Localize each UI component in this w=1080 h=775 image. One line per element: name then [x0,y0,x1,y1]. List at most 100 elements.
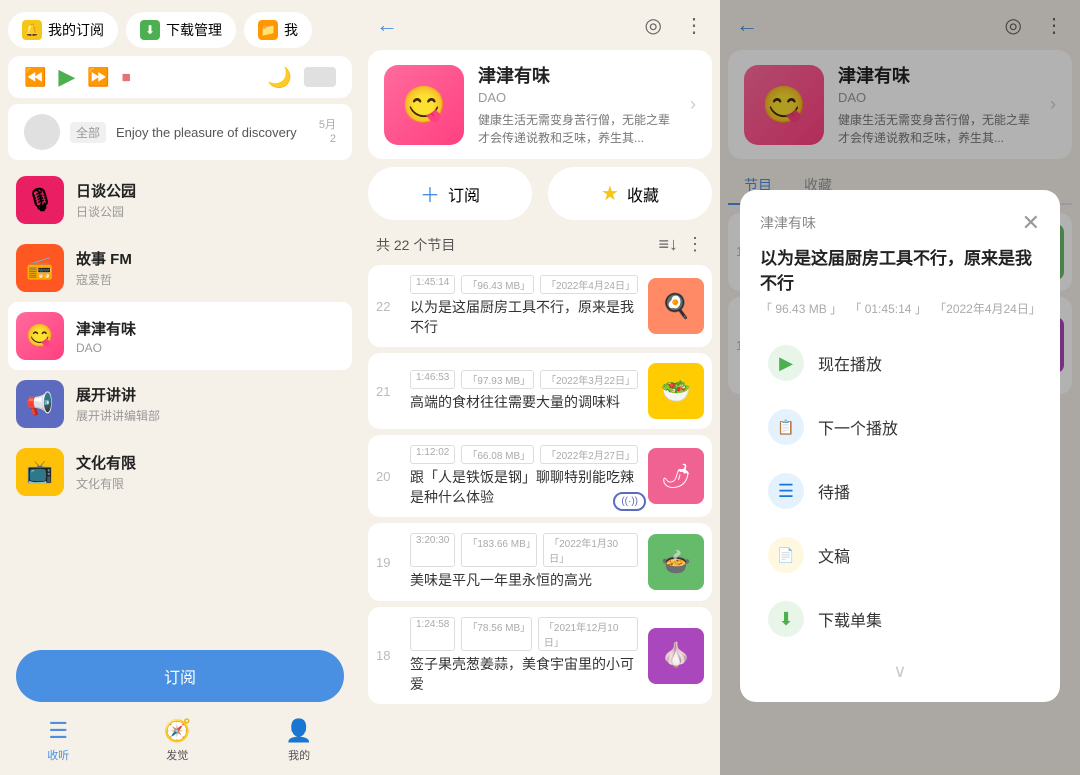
podcast-thumb-jinjin: 😋 [16,312,64,360]
podcast-info-zhankai: 展开讲讲 展开讲讲编辑部 [76,384,344,424]
fastforward-button[interactable]: ⏩ [87,67,109,88]
podcast-info-jinjin: 津津有味 DAO [76,318,344,355]
voice-indicator-20: ((·)) [613,492,646,511]
ep-num-19: 19 [376,555,400,570]
ep-title-22: 以为是这届厨房工具不行，原来是我不行 [410,298,638,337]
listen-icon: ☰ [48,718,68,744]
ep-info-22: 1:45:14 「96.43 MB」 「2022年4月24日」 以为是这届厨房工… [410,275,638,337]
ep-num-18: 18 [376,648,400,663]
middle-target-icon[interactable]: ◎ [645,13,662,38]
modal-action-transcript[interactable]: 📄 文稿 [760,525,1040,585]
modal-duration: 「 01:45:14 」 [849,300,926,317]
speed-button[interactable] [304,67,336,87]
middle-back-button[interactable]: ← [376,12,398,38]
ep-title-21: 高端的食材往往需要大量的调味料 [410,393,638,413]
modal-close-button[interactable]: ✕ [1022,210,1040,236]
download-icon: ⬇ [768,601,804,637]
ep-meta-19: 3:20:30 「183.66 MB」 「2022年1月30日」 [410,533,638,567]
podcast-thumb-gushifm: 📻 [16,244,64,292]
ep-meta-22: 1:45:14 「96.43 MB」 「2022年4月24日」 [410,275,638,294]
ep-meta-21: 1:46:53 「97.93 MB」 「2022年3月22日」 [410,370,638,389]
middle-more-icon[interactable]: ⋮ [684,13,704,38]
ep-info-20: 1:12:02 「66.08 MB」 「2022年2月27日」 跟「人是铁饭是钢… [410,445,638,507]
subscribe-action-button[interactable]: ＋ 订阅 [368,167,532,220]
modal-overlay: 津津有味 ✕ 以为是这届厨房工具不行，原来是我不行 「 96.43 MB 」 「… [720,0,1080,775]
ep-num-22: 22 [376,299,400,314]
subscribe-main-button[interactable]: 订阅 [16,650,344,702]
tab-icon-more: 📁 [258,20,278,40]
tab-my-subscriptions[interactable]: 🔔 我的订阅 [8,12,118,48]
queue-icon: ☰ [768,473,804,509]
hero-thumb: 😋 [384,65,464,145]
podcast-item-ritangongyu[interactable]: 🎙 日谈公园 日谈公园 [8,166,352,234]
episode-item-21[interactable]: 21 1:46:53 「97.93 MB」 「2022年3月22日」 高端的食材… [368,353,712,429]
rewind-button[interactable]: ⏪ [24,67,46,88]
podcast-thumb-ritangongyu: 🎙 [16,176,64,224]
ep-meta-18: 1:24:58 「78.56 MB」 「2021年12月10日」 [410,617,638,651]
podcast-sub-ritangongyu: 日谈公园 [76,203,344,220]
subscribe-icon: ＋ [420,179,440,208]
podcast-item-jinjin[interactable]: 😋 津津有味 DAO [8,302,352,370]
collect-action-button[interactable]: ★ 收藏 [548,167,712,220]
playback-controls: ⏪ ▶ ⏩ ⏹ 🌙 [8,56,352,98]
play-button[interactable]: ▶ [58,64,75,90]
modal-episode-title: 以为是这届厨房工具不行，原来是我不行 [760,244,1040,294]
podcast-item-wenhua[interactable]: 📺 文化有限 文化有限 [8,438,352,506]
ep-meta-20: 1:12:02 「66.08 MB」 「2022年2月27日」 [410,445,638,464]
tab-more[interactable]: 📁 我 [244,12,312,48]
left-panel: 🔔 我的订阅 ⬇ 下载管理 📁 我 ⏪ ▶ ⏩ ⏹ 🌙 全部 Enjoy the… [0,0,360,775]
tab-icon-downloads: ⬇ [140,20,160,40]
stop-button[interactable]: ⏹ [122,67,131,88]
podcast-sub-jinjin: DAO [76,341,344,355]
sort-icon[interactable]: ≡↓ [658,234,678,255]
hero-podcast-name: 津津有味 [478,62,676,88]
moon-icon[interactable]: 🌙 [267,65,292,90]
podcast-item-gushifm[interactable]: 📻 故事 FM 寇爱哲 [8,234,352,302]
podcast-name-jinjin: 津津有味 [76,318,344,339]
nav-item-me[interactable]: 👤 我的 [285,718,312,763]
ep-num-21: 21 [376,384,400,399]
modal-meta: 「 96.43 MB 」 「 01:45:14 」 「2022年4月24日」 [760,300,1040,317]
modal-bottom-indicator: ∨ [760,661,1040,682]
hero-info: 津津有味 DAO 健康生活无需变身苦行僧，无能之辈才会传递说教和乏味，养生其..… [478,62,676,147]
modal-date: 「2022年4月24日」 [934,300,1040,317]
modal-action-queue[interactable]: ☰ 待播 [760,461,1040,521]
modal-card: 津津有味 ✕ 以为是这届厨房工具不行，原来是我不行 「 96.43 MB 」 「… [740,190,1060,702]
podcast-info-ritangongyu: 日谈公园 日谈公园 [76,180,344,220]
ep-thumb-20: 🌶 [648,448,704,504]
modal-action-play-now[interactable]: ▶ 现在播放 [760,333,1040,393]
middle-panel: ← ◎ ⋮ 😋 津津有味 DAO 健康生活无需变身苦行僧，无能之辈才会传递说教和… [360,0,720,775]
modal-action-play-next[interactable]: 📋 下一个播放 [760,397,1040,457]
ep-info-21: 1:46:53 「97.93 MB」 「2022年3月22日」 高端的食材往往需… [410,370,638,413]
episode-header: 共 22 个节目 ≡↓ ⋮ [360,228,720,261]
nav-item-discover[interactable]: 🧭 发觉 [164,718,191,763]
nav-item-listen[interactable]: ☰ 收听 [47,718,69,763]
podcast-name-zhankai: 展开讲讲 [76,384,344,405]
hero-arrow-icon: › [690,94,696,115]
discovery-row: 全部 Enjoy the pleasure of discovery 5月 2 [8,104,352,160]
episode-list: 22 1:45:14 「96.43 MB」 「2022年4月24日」 以为是这届… [360,265,720,775]
middle-header: ← ◎ ⋮ [360,0,720,50]
discovery-text: Enjoy the pleasure of discovery [116,125,309,140]
podcast-sub-wenhua: 文化有限 [76,475,344,492]
podcast-item-zhankai[interactable]: 📢 展开讲讲 展开讲讲编辑部 [8,370,352,438]
episode-item-18[interactable]: 18 1:24:58 「78.56 MB」 「2021年12月10日」 签子果壳… [368,607,712,704]
episode-item-20[interactable]: 20 1:12:02 「66.08 MB」 「2022年2月27日」 跟「人是铁… [368,435,712,517]
discovery-date: 5月 2 [319,118,336,147]
ep-info-18: 1:24:58 「78.56 MB」 「2021年12月10日」 签子果壳葱姜蒜… [410,617,638,694]
modal-action-label-transcript: 文稿 [818,543,850,567]
podcast-hero: 😋 津津有味 DAO 健康生活无需变身苦行僧，无能之辈才会传递说教和乏味，养生其… [368,50,712,159]
modal-actions: ▶ 现在播放 📋 下一个播放 ☰ 待播 📄 文稿 [760,333,1040,649]
modal-header: 津津有味 ✕ [760,210,1040,236]
ep-thumb-21: 🥗 [648,363,704,419]
episode-item-22[interactable]: 22 1:45:14 「96.43 MB」 「2022年4月24日」 以为是这届… [368,265,712,347]
tab-downloads[interactable]: ⬇ 下载管理 [126,12,236,48]
hero-desc: 健康生活无需变身苦行僧，无能之辈才会传递说教和乏味，养生其... [478,111,676,147]
podcast-name-gushifm: 故事 FM [76,248,344,269]
podcast-sub-zhankai: 展开讲讲编辑部 [76,407,344,424]
filter-icon[interactable]: ⋮ [686,234,704,255]
ep-thumb-18: 🧄 [648,628,704,684]
podcast-name-ritangongyu: 日谈公园 [76,180,344,201]
modal-action-download[interactable]: ⬇ 下载单集 [760,589,1040,649]
episode-item-19[interactable]: 19 3:20:30 「183.66 MB」 「2022年1月30日」 美味是平… [368,523,712,601]
